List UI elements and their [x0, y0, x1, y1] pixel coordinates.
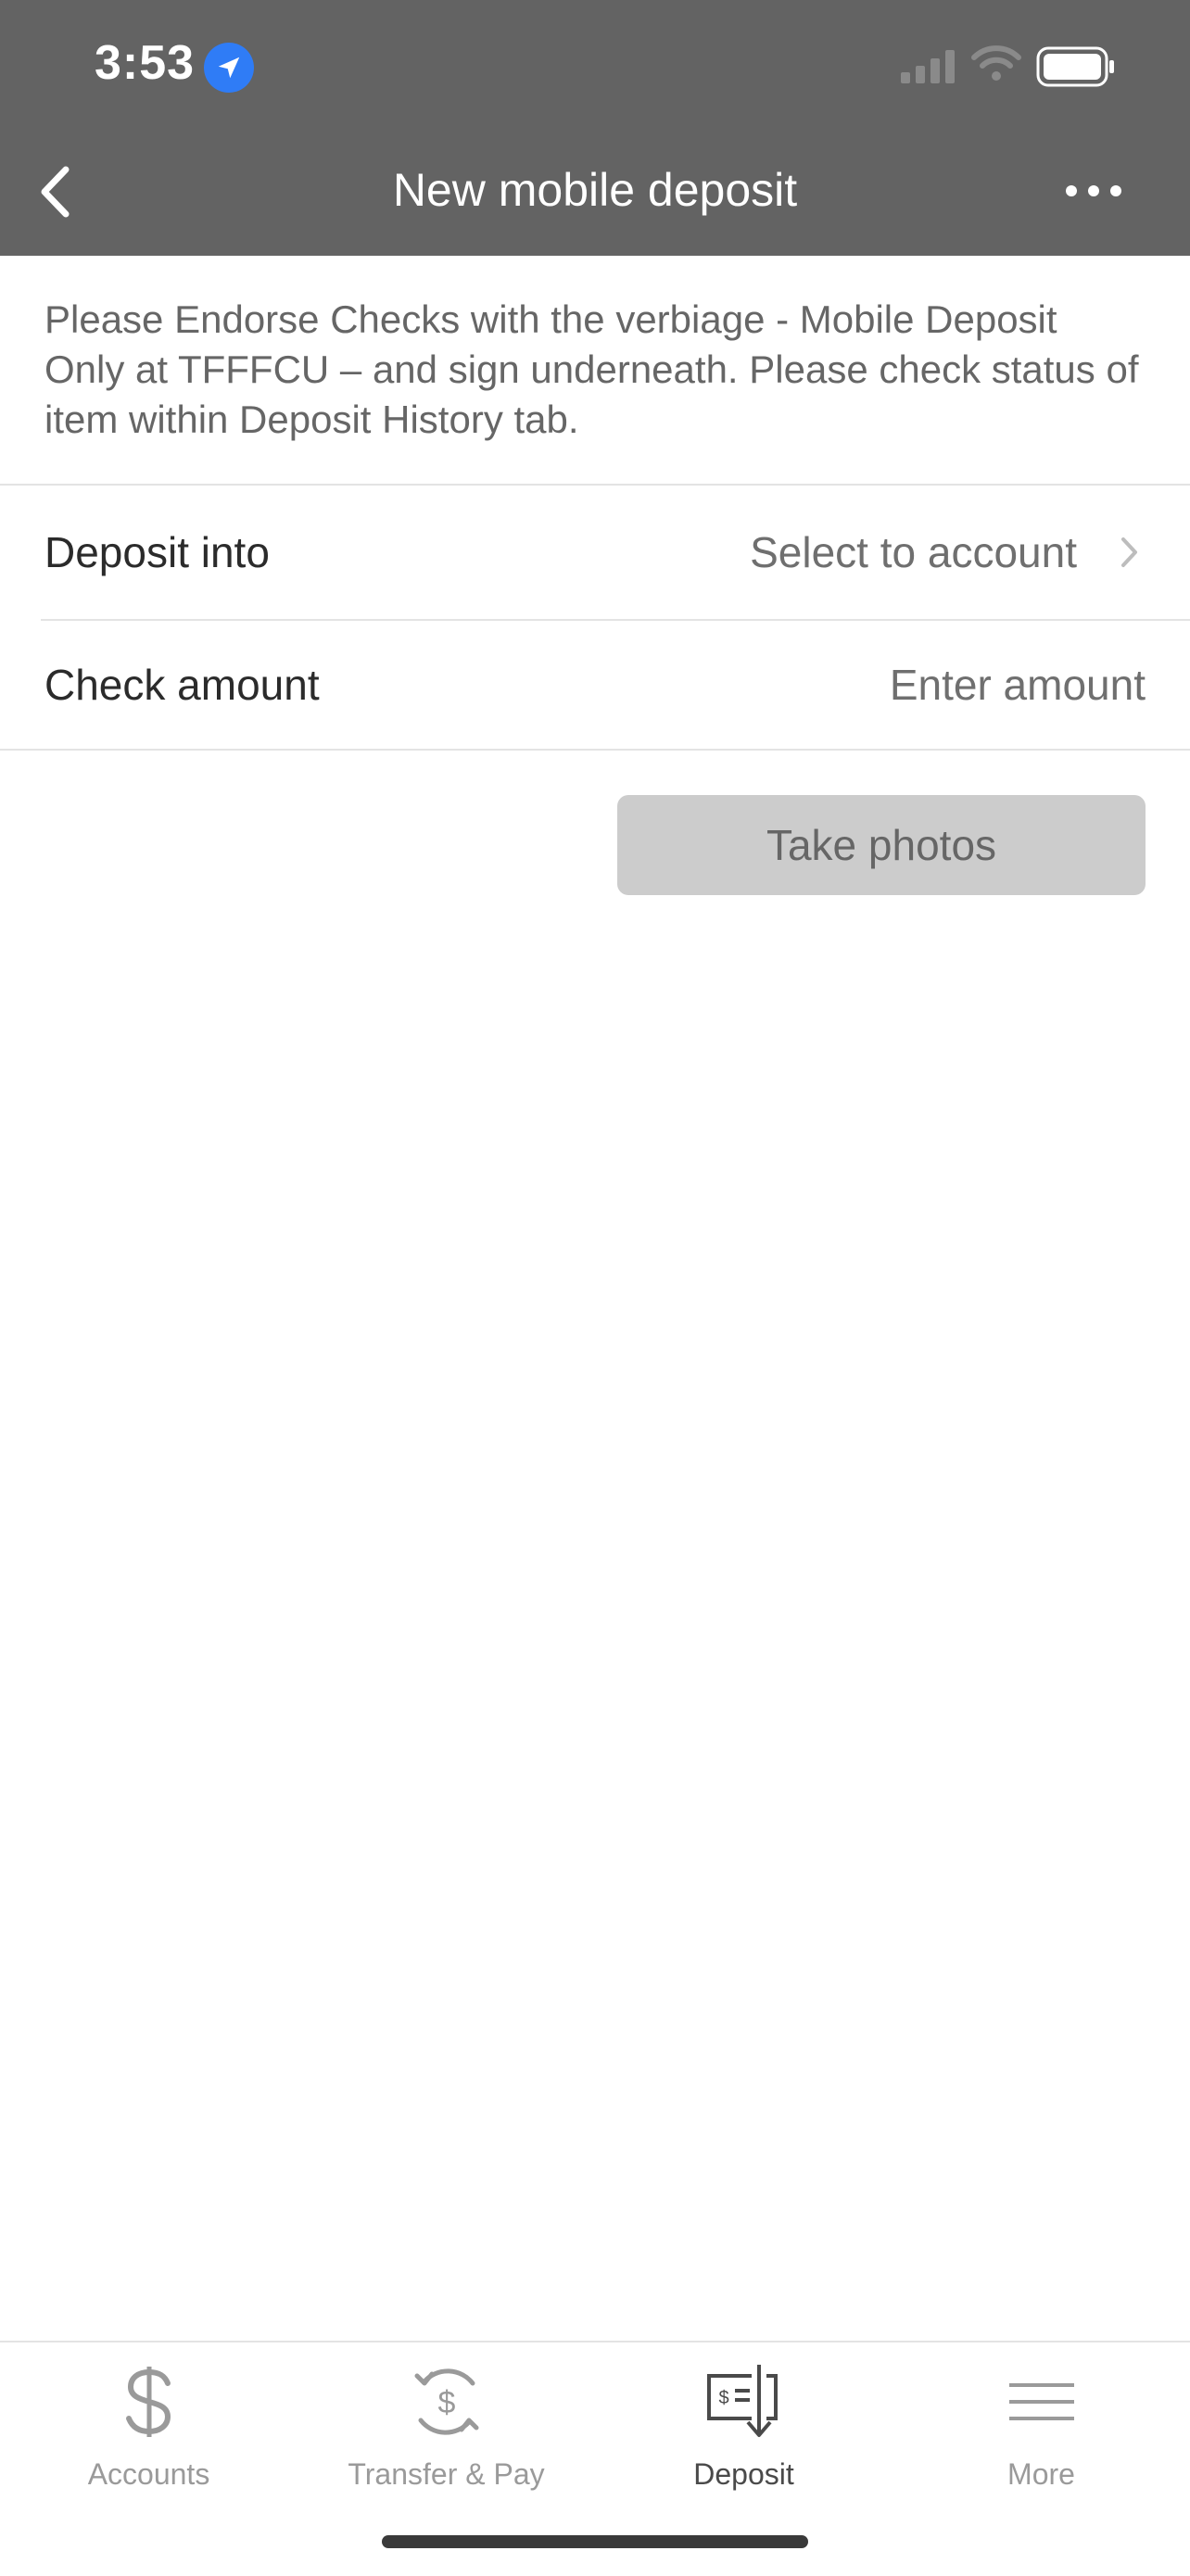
tab-more[interactable]: More — [892, 2342, 1190, 2491]
check-amount-label: Check amount — [44, 661, 320, 709]
check-deposit-icon: $ — [595, 2363, 892, 2441]
divider — [0, 749, 1190, 751]
tab-deposit[interactable]: $ Deposit — [595, 2342, 892, 2491]
deposit-into-row[interactable]: Deposit into Select to account — [0, 486, 1190, 619]
wifi-icon — [971, 44, 1021, 86]
top-bar: 3:53 New mobile deposit — [0, 0, 1190, 256]
svg-text:$: $ — [437, 2385, 455, 2420]
select-account-value: Select to account — [750, 528, 1077, 576]
svg-text:$: $ — [718, 2388, 728, 2408]
tab-label: Accounts — [87, 2457, 210, 2491]
deposit-into-label: Deposit into — [44, 528, 270, 576]
check-amount-row[interactable]: Check amount Enter amount — [0, 621, 1190, 749]
tab-label: More — [1007, 2457, 1075, 2491]
tab-label: Deposit — [693, 2457, 794, 2491]
status-time: 3:53 — [95, 36, 196, 90]
check-amount-input[interactable]: Enter amount — [890, 660, 1146, 710]
page-title: New mobile deposit — [392, 164, 798, 216]
tab-transfer-pay[interactable]: $ Transfer & Pay — [298, 2342, 595, 2491]
endorsement-notice: Please Endorse Checks with the verbiage … — [44, 297, 1139, 441]
ellipsis-icon — [1066, 185, 1121, 196]
tab-accounts[interactable]: Accounts — [0, 2342, 298, 2491]
more-options-button[interactable] — [1057, 172, 1131, 209]
dollar-icon — [0, 2363, 298, 2441]
home-indicator — [382, 2535, 808, 2548]
menu-icon — [892, 2363, 1190, 2441]
tab-label: Transfer & Pay — [348, 2457, 545, 2491]
cellular-signal-icon — [901, 50, 956, 88]
location-icon — [204, 43, 254, 93]
take-photos-button[interactable]: Take photos — [617, 795, 1146, 895]
transfer-dollar-icon: $ — [298, 2363, 595, 2441]
chevron-right-icon — [1120, 536, 1140, 574]
battery-icon — [1036, 46, 1116, 92]
